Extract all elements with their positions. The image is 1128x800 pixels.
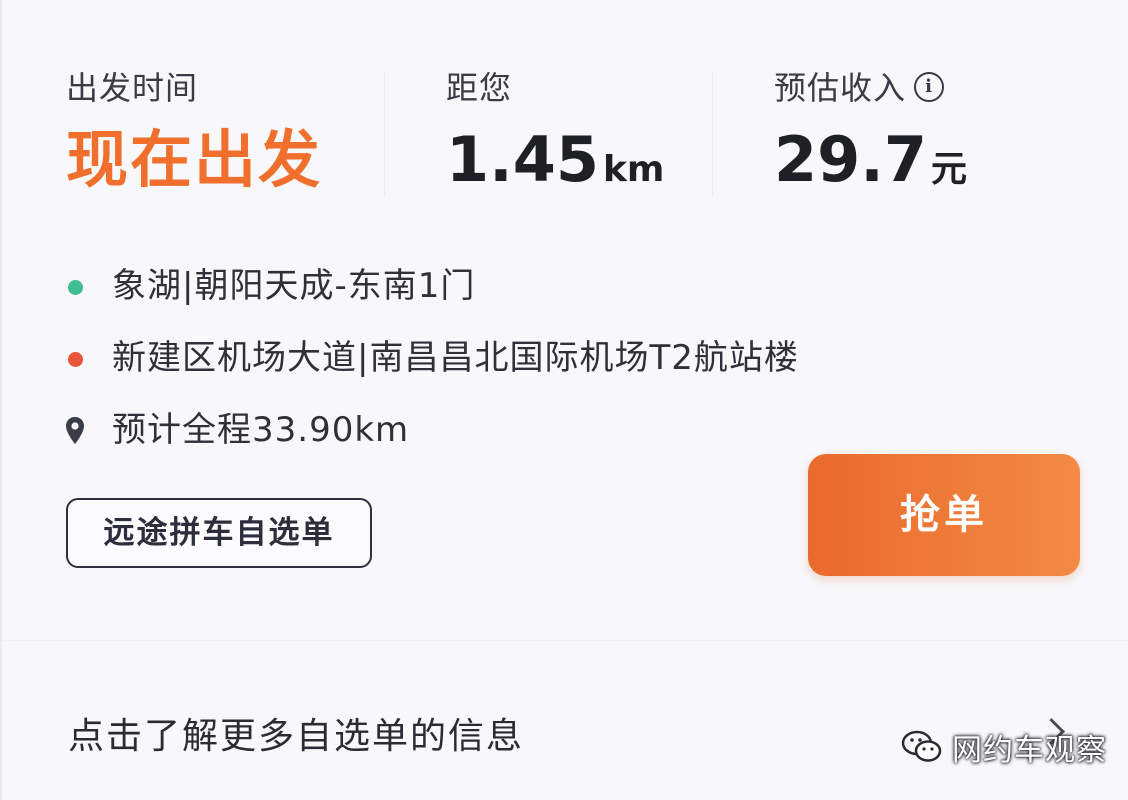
income-label: 预估收入	[774, 69, 907, 107]
departure-stat: 出发时间 现在出发	[66, 66, 366, 206]
destination-address: 新建区机场大道|南昌昌北国际机场T2航站楼	[112, 338, 799, 378]
distance-label: 距您	[446, 69, 513, 107]
red-dot-icon	[68, 352, 83, 367]
departure-label: 出发时间	[66, 69, 199, 107]
origin-address: 象湖|朝阳天成-东南1门	[112, 266, 476, 306]
more-info-link[interactable]: 点击了解更多自选单的信息	[68, 712, 524, 762]
watermark: 网约车观察	[900, 722, 1107, 772]
stat-divider	[712, 72, 713, 196]
grab-order-button[interactable]: 抢单	[808, 454, 1080, 576]
total-distance: 预计全程33.90km	[112, 410, 410, 450]
income-stat: 预估收入 i 29.7 元	[774, 66, 1074, 206]
income-label-row: 预估收入 i	[774, 66, 1074, 110]
distance-number: 1.45	[446, 123, 599, 196]
distance-value: 1.45 km	[446, 124, 746, 206]
info-circle-icon[interactable]: i	[914, 72, 945, 102]
origin-row: 象湖|朝阳天成-东南1门	[64, 254, 1064, 326]
route-info: 象湖|朝阳天成-东南1门 新建区机场大道|南昌昌北国际机场T2航站楼 预计全程3…	[64, 254, 1064, 470]
long-distance-carpool-tag[interactable]: 远途拼车自选单	[66, 498, 372, 568]
order-stats: 出发时间 现在出发 距您 1.45 km 预估收入 i 29.7 元	[66, 66, 1066, 206]
distance-unit: km	[602, 149, 665, 190]
destination-row: 新建区机场大道|南昌昌北国际机场T2航站楼	[64, 326, 1064, 398]
watermark-text: 网约车观察	[952, 733, 1107, 768]
order-card: 出发时间 现在出发 距您 1.45 km 预估收入 i 29.7 元 象湖|朝阳天成-…	[0, 0, 1128, 800]
stat-divider	[384, 72, 385, 196]
income-value: 29.7 元	[774, 124, 1074, 206]
wechat-icon	[901, 730, 942, 762]
distance-stat: 距您 1.45 km	[446, 66, 746, 206]
departure-value: 现在出发	[66, 123, 323, 196]
location-pin-icon	[66, 417, 84, 444]
green-dot-icon	[68, 280, 83, 295]
income-unit: 元	[930, 149, 967, 190]
divider	[2, 640, 1128, 641]
income-number: 29.7	[774, 123, 927, 196]
